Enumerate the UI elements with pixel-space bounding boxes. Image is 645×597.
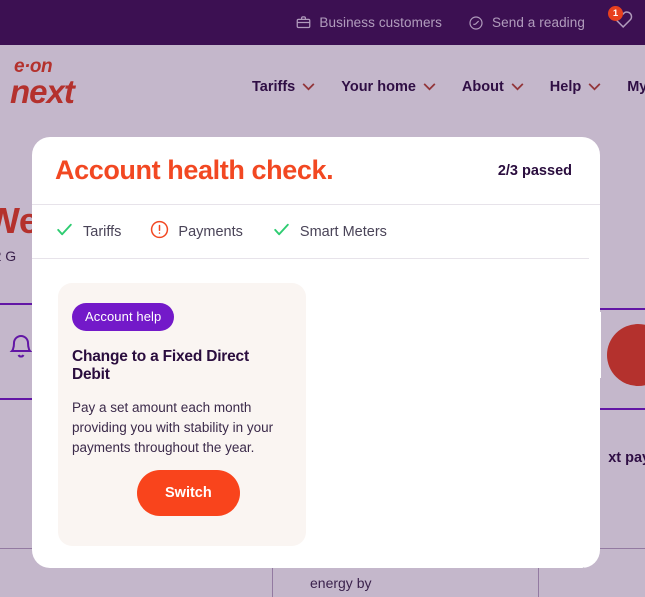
health-check-item-tariffs[interactable]: Tariffs [55, 220, 121, 244]
promo-body-text: Pay a set amount each month providing yo… [72, 400, 274, 455]
switch-button[interactable]: Switch [137, 470, 240, 516]
modal-header: Account health check. 2/3 passed [32, 137, 600, 205]
status-badge: 2/3 passed [497, 162, 572, 179]
chevron-right-icon [579, 312, 601, 378]
account-health-check-modal: Account health check. 2/3 passed Tariffs [32, 137, 601, 568]
modal-body: Account help Change to a Fixed Direct De… [32, 259, 600, 546]
screen: Business customers Send a reading 1 e·on… [0, 0, 645, 597]
check-icon [272, 220, 291, 244]
carousel-next-button[interactable] [579, 312, 601, 378]
heart-badge-count: 1 [608, 5, 623, 21]
health-check-item-smart-meters[interactable]: Smart Meters [272, 220, 387, 244]
health-check-label: Payments [178, 223, 243, 240]
health-check-list: Tariffs Payments Smart Meters [32, 205, 589, 259]
promo-card: Account help Change to a Fixed Direct De… [58, 283, 306, 546]
alert-circle-icon [150, 220, 169, 244]
health-check-label: Tariffs [83, 223, 122, 240]
promo-title: Change to a Fixed Direct Debit [72, 348, 249, 383]
health-check-label: Smart Meters [299, 223, 387, 240]
health-check-item-payments[interactable]: Payments [150, 220, 243, 244]
page-title: Account health check. [55, 155, 334, 185]
check-icon [55, 220, 74, 244]
promo-pill-badge: Account help [72, 303, 175, 331]
